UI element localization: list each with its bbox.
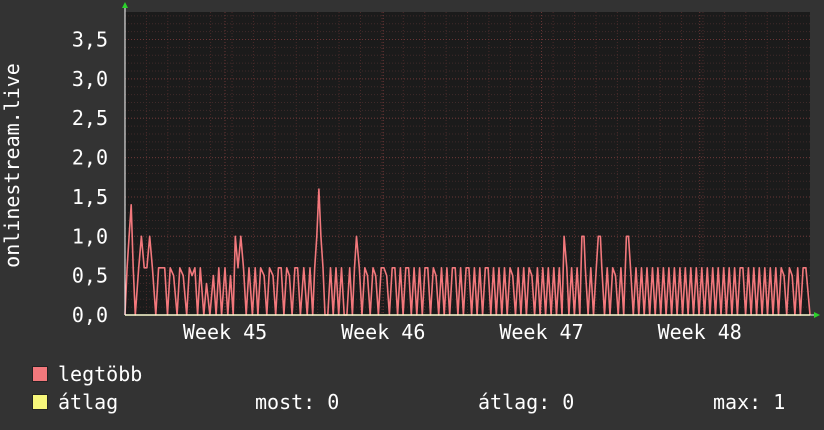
stat-average: átlag: 0: [478, 390, 575, 414]
legend: legtöbb átlag most: 0 átlag: 0 max: 1: [30, 362, 810, 418]
y-tick-label: 1,5: [72, 185, 108, 209]
y-axis-arrow: [122, 2, 128, 8]
legend-swatch-avg: [32, 394, 48, 410]
y-tick-label: 0,0: [72, 303, 108, 327]
y-tick-label: 0,5: [72, 264, 108, 288]
x-tick-label: Week 46: [341, 320, 425, 344]
chart: 0,0 0,5 1,0 1,5 2,0 2,5 3,0 3,5 Week 45 Week 46 We…: [0, 2, 820, 344]
x-axis-arrow: [814, 312, 820, 318]
x-tick-label: Week 47: [499, 320, 583, 344]
x-tick-label: Week 45: [183, 320, 267, 344]
y-tick-label: 3,5: [72, 28, 108, 52]
legend-label-avg: átlag: [58, 390, 119, 414]
legend-row-avg: átlag most: 0 átlag: 0 max: 1: [30, 390, 810, 418]
y-tick-label: 3,0: [72, 67, 108, 91]
legend-swatch-max: [32, 366, 48, 382]
legend-row-max: legtöbb: [30, 362, 810, 390]
legend-label-max: legtöbb: [58, 362, 143, 386]
y-tick-label: 1,0: [72, 224, 108, 248]
y-tick-label: 2,5: [72, 106, 108, 130]
stat-max: max: 1: [713, 390, 786, 414]
x-tick-label: Week 48: [658, 320, 742, 344]
y-tick-label: 2,0: [72, 146, 108, 170]
y-axis-label: onlinestream.live: [0, 63, 24, 268]
stat-current: most: 0: [255, 390, 340, 414]
